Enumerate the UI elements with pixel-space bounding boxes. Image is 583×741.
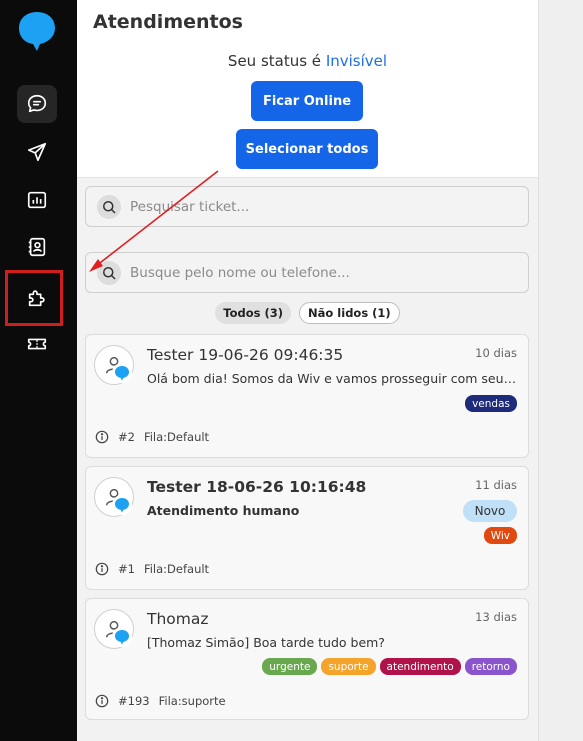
ticket-time: 11 dias [475,478,517,492]
ticket-card[interactable]: Tester 19-06-26 09:46:35 10 dias Olá bom… [85,334,529,458]
ticket-search-input[interactable] [130,196,510,218]
ticket-time: 13 dias [475,610,517,624]
ticket-id: #193 [118,694,150,708]
right-gutter [538,0,583,741]
ticket-card[interactable]: Thomaz 13 dias [Thomaz Simão] Boa tarde … [85,598,529,720]
filter-chips: Todos (3) Não lidos (1) [77,302,538,324]
nav-chats[interactable] [17,85,57,123]
chat-bubble-icon [115,366,129,381]
nav-dashboard[interactable] [17,181,57,219]
nav-tickets[interactable] [17,325,57,363]
dashboard-icon [27,191,47,209]
tag: retorno [464,658,517,675]
ticket-footer: #1 Fila:Default [95,562,209,576]
send-icon [27,142,47,162]
ticket-queue: Fila:suporte [158,694,226,708]
logo-chat-bubble-icon [19,12,55,51]
ticket-name: Thomaz [147,610,209,628]
chat-bubble-icon [115,630,129,645]
filter-unread[interactable]: Não lidos (1) [299,302,400,324]
status-value: Invisível [325,52,388,70]
chat-icon [27,94,47,113]
contact-search-input[interactable] [130,262,510,284]
status-line: Seu status é Invisível [77,52,538,70]
ticket-card[interactable]: Tester 18-06-26 10:16:48 11 dias Atendim… [85,466,529,590]
channel-badge [112,495,132,515]
ticket-id: #2 [118,430,135,444]
ticket-message: Atendimento humano [147,503,300,518]
channel-badge [112,363,132,383]
channel-badge [112,627,132,647]
ticket-name: Tester 19-06-26 09:46:35 [147,346,344,364]
ticket-time: 10 dias [475,346,517,360]
ticket-tags: urgente suporte atendimento retorno [262,658,517,675]
chat-bubble-icon [115,498,129,513]
search-icon [97,261,121,285]
search-icon [97,195,121,219]
tag: suporte [321,658,376,675]
nav-contacts[interactable] [17,228,57,266]
tag: urgente [262,658,318,675]
tag: atendimento [379,658,461,675]
ticket-footer: #193 Fila:suporte [95,694,226,708]
sidebar [0,0,77,741]
ticket-message: Olá bom dia! Somos da Wiv e vamos prosse… [147,371,519,386]
tag: Wiv [483,527,517,544]
ticket-queue: Fila:Default [143,430,210,444]
tag: vendas [465,395,517,412]
ticket-search [85,186,529,227]
info-icon[interactable] [95,694,109,708]
info-icon[interactable] [95,430,109,444]
ticket-tags: Wiv [483,527,517,544]
contacts-icon [28,237,46,257]
ticket-queue: Fila:Default [143,562,210,576]
contact-search [85,252,529,293]
ticket-message: [Thomaz Simão] Boa tarde tudo bem? [147,635,385,650]
filter-all[interactable]: Todos (3) [215,302,292,324]
ticket-footer: #2 Fila:Default [95,430,209,444]
select-all-button[interactable]: Selecionar todos [236,129,378,169]
go-online-button[interactable]: Ficar Online [251,81,363,121]
ticket-id: #1 [118,562,135,576]
info-icon[interactable] [95,562,109,576]
new-badge: Novo [463,500,517,522]
ticket-tags: vendas [465,395,517,412]
page-title: Atendimentos [93,11,243,33]
highlight-box [5,270,63,326]
nav-send[interactable] [17,133,57,171]
panel-header: Atendimentos Seu status é Invisível Fica… [77,0,538,178]
status-prefix: Seu status é [227,52,322,70]
ticket-name: Tester 18-06-26 10:16:48 [147,478,367,496]
ticket-icon [27,338,47,350]
tickets-panel: Atendimentos Seu status é Invisível Fica… [77,0,538,741]
